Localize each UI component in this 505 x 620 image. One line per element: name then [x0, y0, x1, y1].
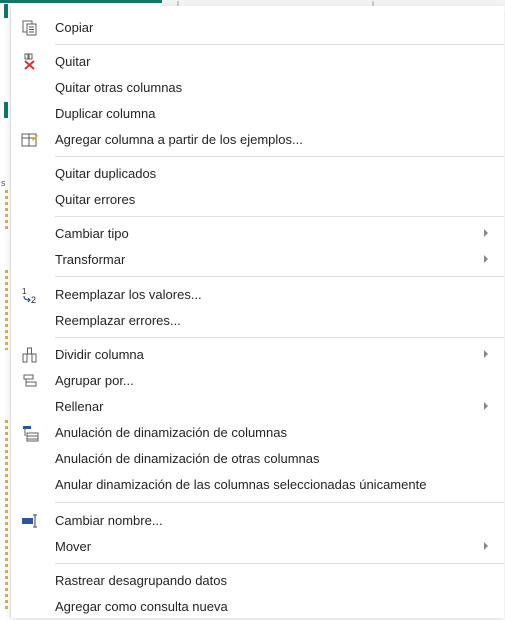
menu-item-label: Reemplazar errores... — [55, 313, 181, 328]
menu-item-remove-errors[interactable]: Quitar errores — [11, 187, 504, 213]
menu-item-unpivot-selected-columns[interactable]: Anular dinamización de las columnas sele… — [11, 472, 504, 498]
remove-column-icon — [24, 53, 35, 70]
menu-item-label: Cambiar nombre... — [55, 513, 163, 528]
submenu-arrow-icon — [484, 402, 488, 410]
menu-item-label: Rastrear desagrupando datos — [55, 573, 228, 588]
submenu-arrow-icon — [484, 229, 488, 237]
menu-item-remove-other-columns[interactable]: Quitar otras columnas — [11, 75, 504, 101]
unpivot-icon — [23, 426, 39, 442]
menu-item-remove[interactable]: Quitar — [11, 49, 504, 75]
split-column-icon — [22, 347, 37, 363]
menu-item-rename[interactable]: Cambiar nombre... — [11, 508, 504, 534]
menu-item-fill[interactable]: Rellenar — [11, 394, 504, 420]
menu-item-remove-duplicates[interactable]: Quitar duplicados — [11, 161, 504, 187]
menu-item-label: Agrupar por... — [55, 373, 134, 388]
menu-item-label: Agregar columna a partir de los ejemplos… — [55, 132, 303, 147]
menu-item-label: Mover — [55, 539, 92, 554]
menu-item-unpivot-columns[interactable]: Anulación de dinamización de columnas — [11, 420, 504, 446]
group-by-icon — [23, 374, 37, 387]
column-from-examples-icon — [21, 133, 38, 147]
menu-item-label: Anulación de dinamización de columnas — [55, 425, 287, 440]
menu-separator — [55, 337, 504, 338]
menu-separator — [55, 156, 504, 157]
replace-values-icon: 1 2 — [22, 287, 36, 304]
menu-item-move[interactable]: Mover — [11, 534, 504, 560]
menu-separator — [55, 276, 504, 277]
submenu-arrow-icon — [484, 542, 488, 550]
rename-icon — [22, 514, 37, 528]
menu-item-label: Cambiar tipo — [55, 226, 129, 241]
menu-item-label: Quitar otras columnas — [55, 80, 183, 95]
menu-item-unpivot-other-columns[interactable]: Anulación de dinamización de otras colum… — [11, 446, 504, 472]
background-column-edge — [5, 420, 8, 610]
menu-item-replace-errors[interactable]: Reemplazar errores... — [11, 308, 504, 334]
menu-separator — [55, 216, 504, 217]
menu-item-label: Quitar — [55, 54, 91, 69]
menu-item-label: Agregar como consulta nueva — [55, 599, 228, 614]
menu-item-transform[interactable]: Transformar — [11, 247, 504, 273]
menu-item-change-type[interactable]: Cambiar tipo — [11, 221, 504, 247]
menu-item-group-by[interactable]: Agrupar por... — [11, 368, 504, 394]
menu-item-duplicate-column[interactable]: Duplicar columna — [11, 101, 504, 127]
submenu-arrow-icon — [484, 255, 488, 263]
background-partial-text: s — [1, 178, 6, 188]
column-context-menu: Copiar Quitar Quitar otras columnas Dupl… — [10, 6, 504, 618]
menu-separator — [55, 502, 504, 503]
svg-text:1: 1 — [22, 287, 27, 296]
menu-item-label: Transformar — [55, 252, 126, 267]
menu-item-copy[interactable]: Copiar — [11, 15, 504, 41]
menu-item-label: Anulación de dinamización de otras colum… — [55, 451, 320, 466]
menu-item-add-as-new-query[interactable]: Agregar como consulta nueva — [11, 594, 504, 620]
app-accent-mark — [4, 4, 8, 18]
app-accent-mark — [4, 102, 8, 118]
submenu-arrow-icon — [484, 350, 488, 358]
menu-item-label: Copiar — [55, 20, 94, 35]
menu-separator — [55, 44, 504, 45]
background-column-edge — [5, 270, 8, 350]
menu-item-add-column-from-examples[interactable]: Agregar columna a partir de los ejemplos… — [11, 127, 504, 153]
menu-item-drill-down[interactable]: Rastrear desagrupando datos — [11, 568, 504, 594]
copy-icon — [22, 20, 37, 36]
menu-item-split-column[interactable]: Dividir columna — [11, 342, 504, 368]
menu-item-label: Anular dinamización de las columnas sele… — [55, 477, 427, 492]
menu-item-label: Dividir columna — [55, 347, 144, 362]
menu-item-label: Quitar errores — [55, 192, 136, 207]
menu-separator — [55, 563, 504, 564]
menu-item-label: Reemplazar los valores... — [55, 287, 202, 302]
menu-item-label: Rellenar — [55, 399, 104, 414]
menu-item-replace-values[interactable]: 1 2 Reemplazar los valores... — [11, 282, 504, 308]
app-accent-bar — [0, 0, 162, 3]
menu-item-label: Quitar duplicados — [55, 166, 157, 181]
menu-item-label: Duplicar columna — [55, 106, 156, 121]
background-column-edge — [5, 190, 8, 232]
svg-text:2: 2 — [31, 295, 36, 304]
